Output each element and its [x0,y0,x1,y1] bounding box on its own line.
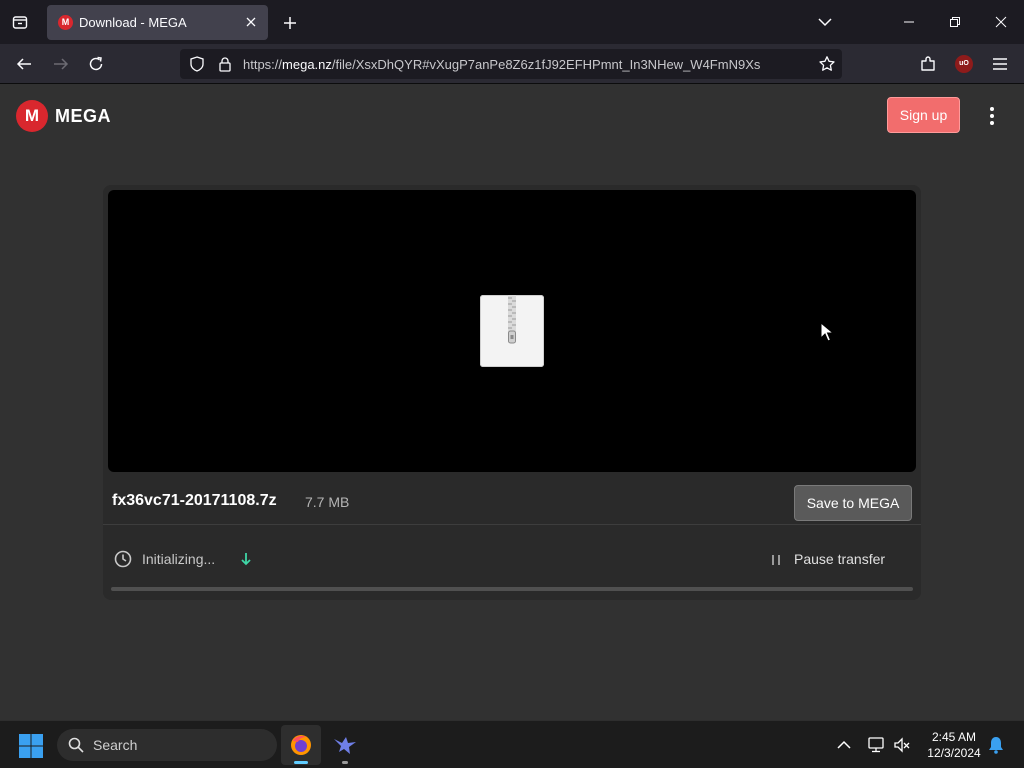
taskbar-search-box[interactable]: Search [57,729,277,761]
pause-transfer-button[interactable]: Pause transfer [794,551,885,567]
minimize-icon [904,21,914,23]
active-app-indicator [294,761,308,764]
forward-button[interactable] [47,50,75,78]
transfer-status-row: Initializing... Pause transfer [103,537,921,582]
lock-icon[interactable] [217,56,233,72]
mega-favicon-icon: M [58,15,73,30]
taskbar-firefox-button[interactable] [281,725,321,765]
clock-time: 2:45 AM [931,730,977,744]
reload-button[interactable] [82,50,110,78]
list-all-tabs-button[interactable] [812,10,838,34]
system-clock[interactable]: 2:45 AM 12/3/2024 [918,729,990,761]
extensions-icon[interactable] [918,54,938,74]
window-minimize-button[interactable] [894,8,924,36]
browser-nav-bar: https://mega.nz/file/XsxDhQYR#vXugP7anPe… [0,44,1024,84]
file-name: fx36vc71-20171108.7z [112,492,277,509]
close-icon [246,17,256,27]
url-text[interactable]: https://mega.nz/file/XsxDhQYR#vXugP7anPe… [243,57,760,72]
search-icon [68,737,84,753]
app-menu-button[interactable] [990,54,1010,74]
windows-start-icon[interactable] [18,733,44,759]
url-scheme: https:// [243,57,283,72]
browser-tab-active[interactable]: M Download - MEGA [47,5,268,40]
tab-title: Download - MEGA [79,15,187,30]
restore-icon [950,17,960,27]
tab-list-button[interactable] [6,8,34,36]
notification-bell-icon[interactable] [988,736,1004,754]
taskbar-bird-app-button[interactable] [325,725,365,765]
mega-logo-mark: M [16,100,48,132]
file-info-row: fx36vc71-20171108.7z 7.7 MB Save to MEGA [103,475,921,525]
volume-muted-icon[interactable] [893,736,911,754]
new-tab-button[interactable] [278,11,302,35]
ublock-origin-icon[interactable]: uO [955,55,973,73]
chevron-down-icon [818,18,832,27]
close-icon [995,16,1007,28]
transfer-progress-bar [111,587,913,591]
plus-icon [284,17,296,29]
running-app-indicator [342,761,348,764]
mouse-cursor-icon [820,322,834,342]
back-icon [16,58,31,70]
sign-up-button[interactable]: Sign up [887,97,960,133]
clock-icon [114,550,132,568]
clock-date: 12/3/2024 [927,746,981,760]
zip-archive-icon [480,295,544,367]
mega-logo[interactable]: M MEGA [16,100,111,132]
more-options-kebab-icon[interactable] [982,104,1002,128]
firefox-icon [291,735,311,755]
chevron-up-icon[interactable] [836,737,852,753]
url-bar[interactable]: https://mega.nz/file/XsxDhQYR#vXugP7anPe… [180,49,842,79]
forward-icon [54,58,69,70]
file-size: 7.7 MB [305,494,350,510]
file-preview-area [108,190,916,472]
transfer-status-text: Initializing... [142,551,216,567]
shield-icon[interactable] [189,56,205,72]
bird-app-icon [334,737,356,754]
browser-tab-strip: M Download - MEGA [0,0,1024,44]
tab-close-button[interactable] [243,14,259,30]
mega-logo-text: MEGA [55,105,111,126]
window-restore-button[interactable] [940,8,970,36]
url-path: /file/XsxDhQYR#vXugP7anPe8Z6z1fJ92EFHPmn… [331,57,761,72]
url-host: mega.nz [282,57,332,72]
pause-icon[interactable] [771,554,781,566]
download-arrow-icon [241,553,251,566]
search-placeholder: Search [93,737,138,753]
windows-taskbar: Search 2:45 AM 12/3/2024 [0,720,1024,768]
reload-icon [89,56,103,71]
window-close-button[interactable] [986,8,1016,36]
star-icon[interactable] [818,55,836,73]
network-icon[interactable] [867,736,885,754]
save-to-mega-button[interactable]: Save to MEGA [794,485,912,521]
back-button[interactable] [10,50,38,78]
tab-list-icon [12,16,28,29]
download-card: fx36vc71-20171108.7z 7.7 MB Save to MEGA… [103,185,921,600]
hamburger-icon [993,58,1007,70]
